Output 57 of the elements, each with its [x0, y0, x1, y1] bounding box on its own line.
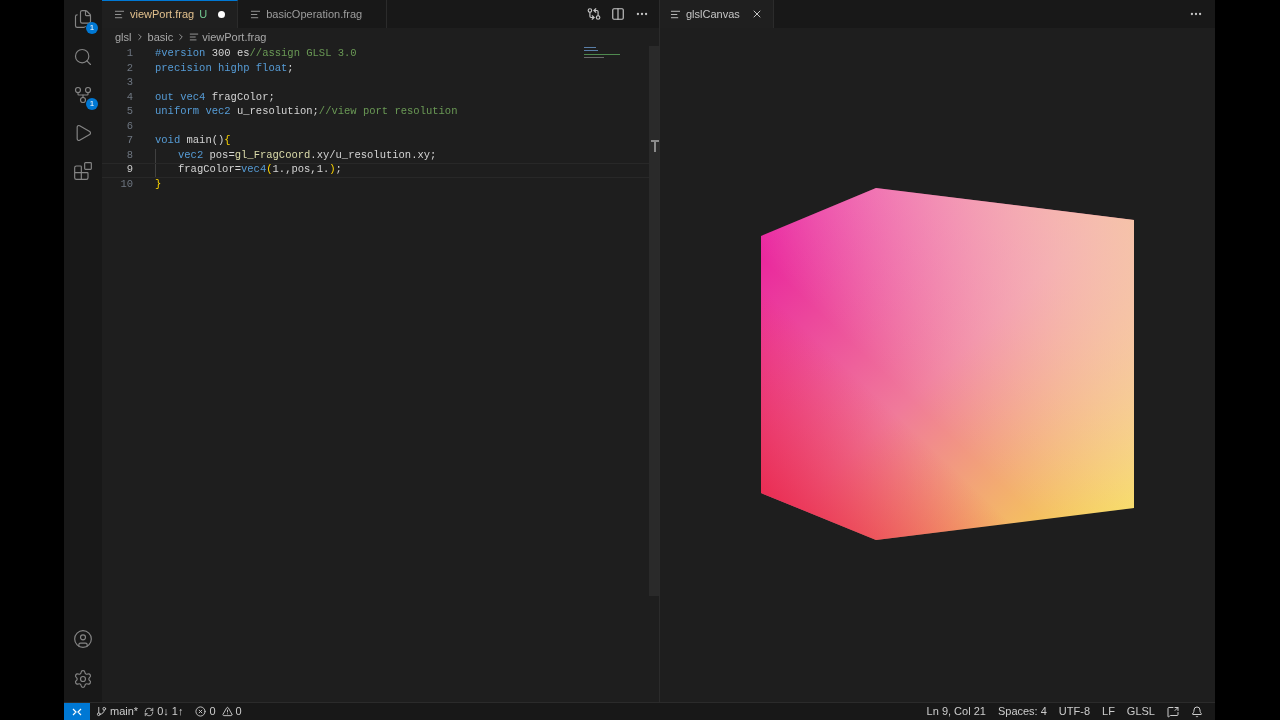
- line-number: 1: [125, 46, 134, 62]
- line-number: 2: [125, 60, 134, 76]
- code-line: vec2 pos=gl_FragCoord.xy/u_resolution.xy;: [178, 147, 437, 163]
- status-item[interactable]: LF: [1096, 703, 1121, 720]
- line-number: 6: [125, 118, 134, 134]
- settings-icon[interactable]: [72, 668, 94, 690]
- code-line: #version 300 es//assign GLSL 3.0: [155, 46, 357, 62]
- scrollbar[interactable]: [649, 46, 659, 596]
- status-item[interactable]: UTF-8: [1052, 703, 1096, 720]
- branch-icon: [96, 706, 107, 717]
- line-number: 4: [125, 89, 134, 105]
- file-icon: [114, 9, 125, 20]
- error-icon: [195, 706, 207, 717]
- breadcrumb-item[interactable]: viewPort.frag: [202, 28, 267, 46]
- notification-icon[interactable]: [1191, 705, 1203, 718]
- count-badge: 1: [86, 22, 98, 34]
- status-letter: U: [199, 7, 208, 23]
- line-number: 8: [125, 147, 134, 163]
- code-line: out vec4 fragColor;: [155, 89, 275, 105]
- branch-button[interactable]: main*: [96, 703, 139, 720]
- editor-tab[interactable]: viewPort.frag U: [102, 0, 239, 28]
- line-number: 3: [125, 75, 134, 91]
- remote-icon: [72, 706, 82, 717]
- feedback-icon[interactable]: [1167, 705, 1179, 718]
- code-line: void main(){: [155, 133, 231, 149]
- warning-icon: [221, 706, 233, 717]
- code-line: fragColor=vec4(1.,pos,1.);: [178, 162, 342, 178]
- breadcrumb-item[interactable]: glsl: [115, 28, 132, 46]
- file-icon: [189, 32, 200, 42]
- status-item[interactable]: GLSL: [1120, 703, 1161, 720]
- count-badge: 1: [86, 98, 98, 110]
- extensions-icon[interactable]: [72, 160, 94, 182]
- sync-button[interactable]: 0↓ 1↑: [144, 703, 184, 720]
- remote-button[interactable]: [64, 703, 90, 720]
- status-item[interactable]: Spaces: 4: [991, 703, 1053, 720]
- source-control-icon[interactable]: [72, 84, 94, 106]
- text-cursor-icon: [651, 140, 659, 152]
- file-icon: [670, 8, 681, 20]
- sync-icon: [144, 706, 155, 717]
- preview-tab[interactable]: glslCanvas: [660, 0, 774, 28]
- files-icon[interactable]: [72, 8, 94, 30]
- line-number: 5: [125, 104, 134, 120]
- status-item[interactable]: Ln 9, Col 21: [920, 703, 992, 720]
- search-icon[interactable]: [72, 46, 94, 68]
- code-line: precision highp float;: [155, 60, 294, 76]
- line-number: 10: [119, 176, 134, 192]
- code-line: uniform vec2 u_resolution;//view port resolution: [155, 104, 458, 120]
- split-editor-icon[interactable]: [611, 7, 625, 21]
- line-number: 9: [125, 162, 134, 178]
- account-icon[interactable]: [72, 628, 94, 650]
- editor-tab[interactable]: basicOperation.frag: [238, 0, 388, 28]
- code-line: }: [155, 176, 162, 192]
- file-icon: [250, 8, 262, 20]
- breadcrumb-item[interactable]: basic: [147, 28, 174, 46]
- line-number: 7: [125, 133, 134, 149]
- compare-icon[interactable]: [587, 7, 601, 21]
- problems-button[interactable]: 0 0: [195, 703, 242, 720]
